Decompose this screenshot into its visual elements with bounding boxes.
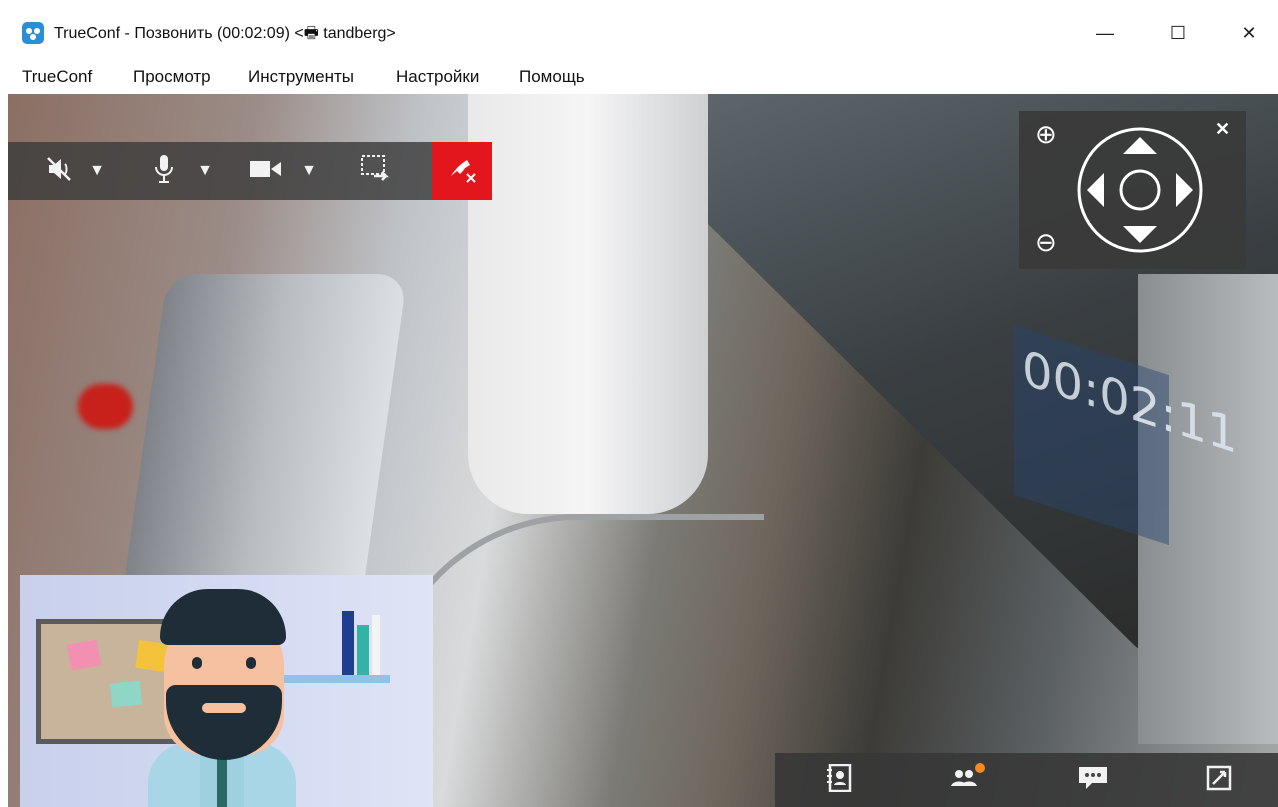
call-toolbar: ▼ ▼ ▼: [8, 142, 492, 200]
share-screen-icon: [360, 154, 392, 189]
speaker-mute-button[interactable]: [40, 142, 80, 200]
maximize-button[interactable]: ☐: [1155, 14, 1201, 52]
participants-badge: [975, 763, 985, 773]
window-title: TrueConf - Позвонить (00:02:09) <🖶 tandb…: [54, 25, 396, 42]
title-bar: TrueConf - Позвонить (00:02:09) <🖶 tandb…: [0, 0, 1278, 62]
person-eye: [246, 657, 256, 669]
zoom-out-button[interactable]: ⊖: [1035, 227, 1057, 257]
menu-settings[interactable]: Настройки: [396, 67, 479, 87]
pan-right-icon: [1176, 173, 1193, 207]
bottom-toolbar: [775, 753, 1278, 807]
book: [372, 615, 380, 675]
microphone-icon: [153, 154, 175, 189]
pan-left-icon: [1087, 173, 1104, 207]
menu-view[interactable]: Просмотр: [133, 67, 211, 87]
person-tie: [217, 753, 227, 807]
ptz-dpad[interactable]: [1075, 125, 1205, 255]
ptz-control-panel: ⊕ ⊖ ✕: [1019, 111, 1246, 269]
close-window-button[interactable]: ✕: [1226, 14, 1272, 52]
trueconf-logo-icon: [22, 22, 44, 44]
camera-icon: [249, 158, 283, 185]
speaker-mute-icon: [46, 156, 74, 187]
chat-icon: [1078, 765, 1108, 796]
chat-button[interactable]: [1063, 753, 1123, 807]
participants-button[interactable]: [935, 753, 995, 807]
menu-tools[interactable]: Инструменты: [248, 67, 354, 87]
fullscreen-button[interactable]: [1189, 753, 1249, 807]
contacts-icon: [826, 763, 852, 797]
menu-help[interactable]: Помощь: [519, 67, 585, 87]
camera-dropdown-button[interactable]: ▼: [298, 142, 320, 200]
person-mouth: [202, 703, 246, 713]
shelf: [280, 675, 390, 683]
minimize-button[interactable]: —: [1082, 14, 1128, 52]
zoom-in-button[interactable]: ⊕: [1035, 119, 1057, 149]
person-eye: [192, 657, 202, 669]
red-object: [78, 384, 133, 429]
microphone-button[interactable]: [146, 142, 182, 200]
camera-button[interactable]: [246, 142, 286, 200]
white-cylinder: [468, 94, 708, 514]
hangup-button[interactable]: [432, 142, 492, 200]
pan-down-icon: [1123, 226, 1157, 243]
menu-trueconf[interactable]: TrueConf: [22, 67, 92, 87]
fullscreen-icon: [1206, 765, 1232, 796]
book: [342, 611, 354, 675]
self-view-video[interactable]: [20, 575, 433, 807]
microphone-dropdown-button[interactable]: ▼: [194, 142, 216, 200]
speaker-dropdown-button[interactable]: ▼: [86, 142, 108, 200]
menu-bar: TrueConf Просмотр Инструменты Настройки …: [0, 62, 1278, 94]
hangup-icon: [445, 152, 479, 191]
book: [357, 625, 369, 675]
ptz-close-button[interactable]: ✕: [1215, 119, 1230, 140]
cable: [378, 514, 764, 807]
contacts-button[interactable]: [809, 753, 869, 807]
share-screen-button[interactable]: [356, 142, 396, 200]
pan-up-icon: [1123, 137, 1157, 154]
